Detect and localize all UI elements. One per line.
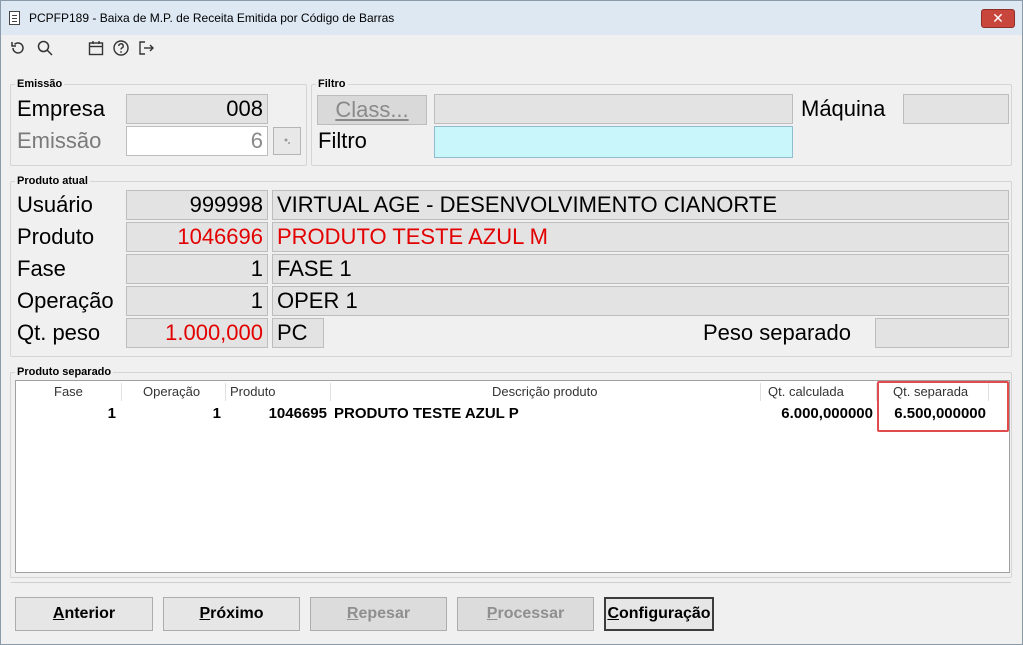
produto-code-field[interactable]: 1046696 bbox=[126, 222, 268, 252]
cell-operacao: 1 bbox=[212, 405, 221, 422]
configuracao-label: onfiguração bbox=[619, 605, 711, 622]
cell-produto: 1046695 bbox=[268, 405, 327, 422]
usuario-name-field: VIRTUAL AGE - DESENVOLVIMENTO CIANORTE bbox=[272, 190, 1009, 220]
produto-name-field: PRODUTO TESTE AZUL M bbox=[272, 222, 1009, 252]
emissao-label: Emissão bbox=[17, 128, 102, 153]
column-divider[interactable] bbox=[760, 383, 761, 401]
operacao-code-field[interactable]: 1 bbox=[126, 286, 268, 316]
produto-atual-legend: Produto atual bbox=[17, 175, 88, 187]
col-header-produto[interactable]: Produto bbox=[230, 384, 276, 399]
table-row[interactable]: 1 1 1046695 PRODUTO TESTE AZUL P 6.000,0… bbox=[16, 403, 1009, 425]
class-button[interactable]: Class... bbox=[317, 95, 427, 125]
operacao-name-field: OPER 1 bbox=[272, 286, 1009, 316]
fase-name-field: FASE 1 bbox=[272, 254, 1009, 284]
fase-code-field[interactable]: 1 bbox=[126, 254, 268, 284]
qt-separada-highlight bbox=[877, 381, 1009, 432]
produto-separado-grid[interactable]: Fase Operação Produto Descrição produto … bbox=[15, 380, 1010, 573]
column-divider[interactable] bbox=[330, 383, 331, 401]
main-window: PCPFP189 - Baixa de M.P. de Receita Emit… bbox=[0, 0, 1023, 645]
window-title: PCPFP189 - Baixa de M.P. de Receita Emit… bbox=[29, 11, 395, 25]
peso-separado-field bbox=[875, 318, 1009, 348]
proximo-label: róximo bbox=[210, 605, 264, 622]
column-divider[interactable] bbox=[121, 383, 122, 401]
class-button-label: Class... bbox=[335, 97, 409, 122]
maquina-label: Máquina bbox=[801, 96, 886, 121]
document-icon bbox=[9, 11, 20, 25]
filtro-legend: Filtro bbox=[318, 78, 346, 90]
proximo-button[interactable]: Próximo bbox=[163, 597, 300, 631]
fase-label: Fase bbox=[17, 256, 66, 281]
empresa-label: Empresa bbox=[17, 96, 106, 121]
close-button[interactable]: ✕ bbox=[981, 9, 1015, 28]
configuracao-button[interactable]: Configuração bbox=[604, 597, 714, 631]
maquina-field[interactable] bbox=[903, 94, 1009, 124]
title-bar: PCPFP189 - Baixa de M.P. de Receita Emit… bbox=[1, 1, 1022, 35]
produto-separado-legend: Produto separado bbox=[17, 366, 112, 378]
processar-label: rocessar bbox=[497, 605, 565, 622]
empresa-field[interactable]: 008 bbox=[126, 94, 268, 124]
qt-peso-unit-field: PC bbox=[272, 318, 324, 348]
toolbar bbox=[1, 35, 1022, 63]
refresh-icon[interactable] bbox=[9, 39, 27, 57]
bottom-divider bbox=[11, 582, 1011, 583]
operacao-label: Operação bbox=[17, 288, 114, 313]
emissao-lookup-button[interactable] bbox=[273, 127, 301, 155]
cell-descricao: PRODUTO TESTE AZUL P bbox=[334, 405, 519, 422]
usuario-label: Usuário bbox=[17, 192, 93, 217]
anterior-accelerator: A bbox=[52, 605, 65, 622]
cell-fase: 1 bbox=[107, 405, 116, 422]
calendar-icon[interactable] bbox=[87, 39, 105, 57]
repesar-accelerator: R bbox=[346, 605, 359, 622]
emissao-legend: Emissão bbox=[17, 78, 63, 90]
anterior-button[interactable]: Anterior bbox=[15, 597, 153, 631]
emissao-field[interactable]: 6 bbox=[126, 126, 268, 156]
filtro-input[interactable] bbox=[434, 126, 793, 158]
qt-peso-label: Qt. peso bbox=[17, 320, 101, 345]
cell-qt-calculada: 6.000,000000 bbox=[781, 405, 873, 422]
processar-button[interactable]: Processar bbox=[457, 597, 594, 631]
col-header-operacao[interactable]: Operação bbox=[143, 384, 200, 399]
produto-label: Produto bbox=[17, 224, 95, 249]
lookup-icon bbox=[284, 138, 290, 144]
grid-header: Fase Operação Produto Descrição produto … bbox=[16, 381, 1009, 402]
usuario-code-field[interactable]: 999998 bbox=[126, 190, 268, 220]
peso-separado-label: Peso separado bbox=[703, 320, 851, 345]
col-header-fase[interactable]: Fase bbox=[54, 384, 83, 399]
search-icon[interactable] bbox=[36, 39, 54, 57]
exit-icon[interactable] bbox=[137, 39, 155, 57]
col-header-qt-calculada[interactable]: Qt. calculada bbox=[768, 384, 844, 399]
column-divider[interactable] bbox=[225, 383, 226, 401]
repesar-button[interactable]: Repesar bbox=[310, 597, 447, 631]
help-icon[interactable] bbox=[112, 39, 130, 57]
filtro-label: Filtro bbox=[318, 128, 367, 153]
col-header-descricao[interactable]: Descrição produto bbox=[492, 384, 598, 399]
class-field[interactable] bbox=[434, 94, 793, 124]
proximo-accelerator: P bbox=[199, 605, 211, 622]
qt-peso-field[interactable]: 1.000,000 bbox=[126, 318, 268, 348]
configuracao-accelerator: C bbox=[607, 605, 619, 622]
repesar-label: epesar bbox=[358, 605, 411, 622]
anterior-label: nterior bbox=[64, 605, 116, 622]
processar-accelerator: P bbox=[486, 605, 498, 622]
